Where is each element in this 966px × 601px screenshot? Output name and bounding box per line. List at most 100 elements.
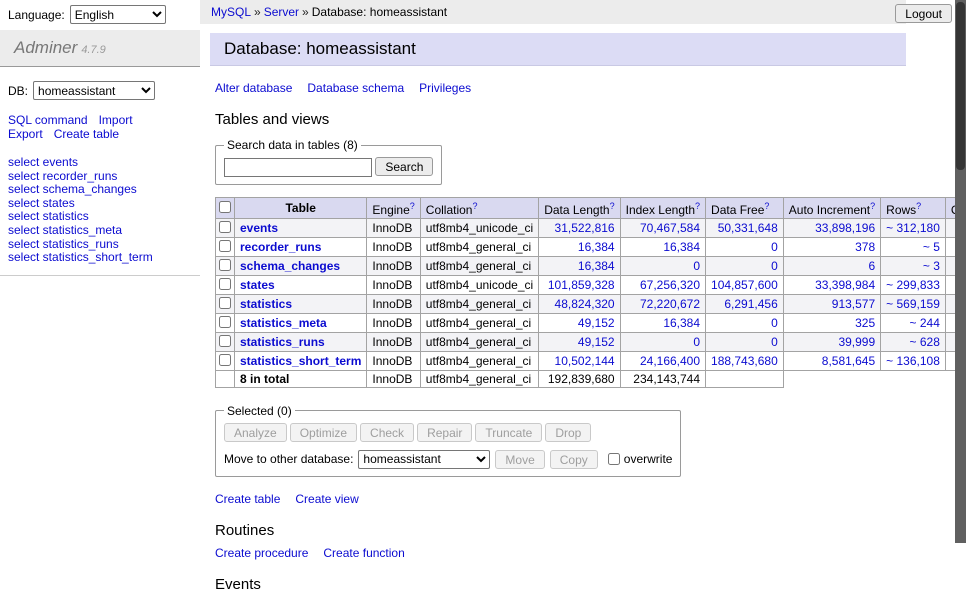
data-free-value[interactable]: 0 (771, 316, 778, 330)
sidebar-table-link[interactable]: select recorder_runs (8, 169, 117, 183)
row-checkbox[interactable] (219, 354, 231, 366)
create-link[interactable]: Create view (295, 492, 358, 506)
table-name-link[interactable]: states (240, 278, 275, 292)
row-checkbox[interactable] (219, 278, 231, 290)
table-name-link[interactable]: statistics_runs (240, 335, 325, 349)
auto-increment-value[interactable]: 39,999 (838, 335, 875, 349)
rows-value[interactable]: ~ 136,108 (886, 354, 940, 368)
data-free-value[interactable]: 50,331,648 (718, 221, 778, 235)
auto-increment-value[interactable]: 33,898,196 (815, 221, 875, 235)
sidebar-table-link[interactable]: select statistics_meta (8, 223, 122, 237)
auto-increment-value[interactable]: 378 (855, 240, 875, 254)
sidebar-action-link[interactable]: Export (8, 127, 43, 141)
column-help-link[interactable]: ? (916, 201, 921, 211)
overwrite-checkbox[interactable] (608, 453, 620, 465)
data-free-value[interactable]: 0 (771, 335, 778, 349)
db-action-link[interactable]: Database schema (307, 81, 404, 95)
data-free-value[interactable]: 0 (771, 240, 778, 254)
index-length-value[interactable]: 70,467,584 (640, 221, 700, 235)
table-name-link[interactable]: schema_changes (240, 259, 340, 273)
rows-value[interactable]: ~ 5 (923, 240, 940, 254)
search-input[interactable] (224, 158, 372, 177)
index-length-value[interactable]: 0 (693, 259, 700, 273)
bulk-analyze-button[interactable]: Analyze (224, 423, 287, 442)
rows-value[interactable]: ~ 569,159 (886, 297, 940, 311)
rows-value[interactable]: ~ 628 (910, 335, 940, 349)
bulk-drop-button[interactable]: Drop (545, 423, 591, 442)
breadcrumb-link-mysql[interactable]: MySQL (211, 5, 251, 19)
index-length-value[interactable]: 0 (693, 335, 700, 349)
scrollbar-thumb[interactable] (956, 2, 965, 170)
routine-link[interactable]: Create procedure (215, 546, 308, 560)
data-free-value[interactable]: 6,291,456 (724, 297, 777, 311)
rows-value[interactable]: ~ 299,833 (886, 278, 940, 292)
index-length-value[interactable]: 72,220,672 (640, 297, 700, 311)
row-checkbox[interactable] (219, 316, 231, 328)
bulk-check-button[interactable]: Check (360, 423, 414, 442)
rows-value[interactable]: ~ 3 (923, 259, 940, 273)
scrollbar[interactable] (955, 0, 966, 543)
row-checkbox[interactable] (219, 240, 231, 252)
sidebar-table-link[interactable]: select schema_changes (8, 182, 137, 196)
sidebar-action-link[interactable]: SQL command (8, 113, 88, 127)
table-name-link[interactable]: statistics (240, 297, 292, 311)
column-help-link[interactable]: ? (410, 201, 415, 211)
rows-value[interactable]: ~ 244 (910, 316, 940, 330)
index-length-value[interactable]: 16,384 (663, 316, 700, 330)
data-length-value[interactable]: 16,384 (578, 240, 615, 254)
row-checkbox[interactable] (219, 221, 231, 233)
routine-link[interactable]: Create function (323, 546, 404, 560)
sidebar-action-link[interactable]: Import (99, 113, 133, 127)
auto-increment-value[interactable]: 325 (855, 316, 875, 330)
table-name-link[interactable]: statistics_meta (240, 316, 327, 330)
auto-increment-value[interactable]: 8,581,645 (822, 354, 875, 368)
column-help-link[interactable]: ? (764, 201, 769, 211)
breadcrumb-link-server[interactable]: Server (264, 5, 299, 19)
data-length-value[interactable]: 101,859,328 (548, 278, 615, 292)
sidebar-action-link[interactable]: Create table (54, 127, 119, 141)
sidebar-table-link[interactable]: select states (8, 196, 75, 210)
row-checkbox[interactable] (219, 335, 231, 347)
move-button[interactable]: Move (495, 450, 544, 469)
data-length-value[interactable]: 31,522,816 (555, 221, 615, 235)
data-length-value[interactable]: 49,152 (578, 335, 615, 349)
data-length-value[interactable]: 48,824,320 (555, 297, 615, 311)
data-free-value[interactable]: 0 (771, 259, 778, 273)
index-length-value[interactable]: 67,256,320 (640, 278, 700, 292)
table-name-link[interactable]: recorder_runs (240, 240, 321, 254)
adminer-logo-link[interactable]: Adminer (14, 38, 77, 57)
data-length-value[interactable]: 49,152 (578, 316, 615, 330)
auto-increment-value[interactable]: 33,398,984 (815, 278, 875, 292)
move-db-select[interactable]: homeassistant (358, 450, 490, 469)
logout-button[interactable]: Logout (895, 4, 952, 23)
index-length-value[interactable]: 16,384 (663, 240, 700, 254)
bulk-truncate-button[interactable]: Truncate (475, 423, 542, 442)
data-free-value[interactable]: 188,743,680 (711, 354, 778, 368)
bulk-repair-button[interactable]: Repair (417, 423, 472, 442)
sidebar-table-link[interactable]: select events (8, 155, 78, 169)
rows-value[interactable]: ~ 312,180 (886, 221, 940, 235)
column-help-link[interactable]: ? (695, 201, 700, 211)
index-length-value[interactable]: 24,166,400 (640, 354, 700, 368)
data-length-value[interactable]: 16,384 (578, 259, 615, 273)
db-action-link[interactable]: Alter database (215, 81, 292, 95)
db-select[interactable]: homeassistant (33, 81, 155, 100)
row-checkbox[interactable] (219, 259, 231, 271)
table-name-link[interactable]: statistics_short_term (240, 354, 361, 368)
sidebar-table-link[interactable]: select statistics_runs (8, 237, 119, 251)
row-checkbox[interactable] (219, 297, 231, 309)
language-select[interactable]: English (70, 5, 166, 24)
select-all-checkbox[interactable] (219, 201, 231, 213)
column-help-link[interactable]: ? (472, 201, 477, 211)
copy-button[interactable]: Copy (550, 450, 598, 469)
search-button[interactable]: Search (375, 157, 433, 176)
data-length-value[interactable]: 10,502,144 (555, 354, 615, 368)
table-name-link[interactable]: events (240, 221, 278, 235)
bulk-optimize-button[interactable]: Optimize (290, 423, 357, 442)
column-help-link[interactable]: ? (870, 201, 875, 211)
sidebar-table-link[interactable]: select statistics (8, 209, 89, 223)
auto-increment-value[interactable]: 6 (868, 259, 875, 273)
db-action-link[interactable]: Privileges (419, 81, 471, 95)
column-help-link[interactable]: ? (610, 201, 615, 211)
data-free-value[interactable]: 104,857,600 (711, 278, 778, 292)
